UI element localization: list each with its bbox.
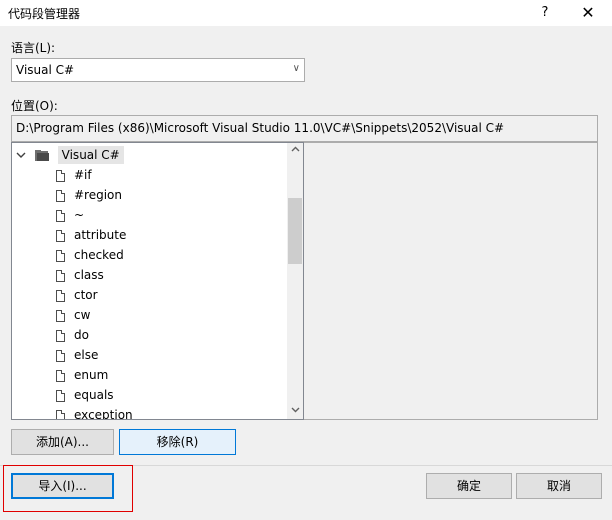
tree-item-label: equals: [74, 388, 114, 402]
tree-item-label: attribute: [74, 228, 127, 242]
snippet-tree[interactable]: Visual C# #if #region ~ attribute checke…: [11, 142, 304, 420]
location-label: 位置(O):: [11, 99, 58, 113]
tree-item[interactable]: enum: [56, 365, 108, 385]
scrollbar-thumb[interactable]: [288, 198, 302, 264]
import-button[interactable]: 导入(I)...: [11, 473, 114, 499]
document-icon: [56, 229, 65, 242]
folder-icon: [34, 149, 50, 162]
tree-scrollbar[interactable]: [287, 143, 303, 419]
ok-button[interactable]: 确定: [426, 473, 512, 499]
tree-item[interactable]: do: [56, 325, 89, 345]
language-value: Visual C#: [16, 63, 75, 77]
close-button[interactable]: ✕: [568, 2, 608, 24]
language-dropdown[interactable]: Visual C# ∨: [11, 58, 305, 82]
tree-item[interactable]: ctor: [56, 285, 98, 305]
remove-button[interactable]: 移除(R): [119, 429, 236, 455]
tree-item[interactable]: else: [56, 345, 98, 365]
title-bar: 代码段管理器 ? ✕: [0, 0, 612, 26]
tree-item[interactable]: equals: [56, 385, 114, 405]
tree-item-label: do: [74, 328, 89, 342]
chevron-down-icon[interactable]: ∨: [293, 63, 300, 74]
document-icon: [56, 209, 65, 222]
tree-item[interactable]: exception: [56, 405, 133, 420]
tree-item-label: else: [74, 348, 99, 362]
tree-item[interactable]: class: [56, 265, 104, 285]
tree-item-label: #if: [74, 168, 92, 182]
add-button[interactable]: 添加(A)...: [11, 429, 114, 455]
tree-item-label: exception: [74, 408, 133, 420]
document-icon: [56, 189, 65, 202]
language-label: 语言(L):: [11, 41, 56, 55]
document-icon: [56, 309, 65, 322]
location-path: D:\Program Files (x86)\Microsoft Visual …: [16, 121, 505, 135]
tree-item[interactable]: #region: [56, 185, 122, 205]
tree-item[interactable]: attribute: [56, 225, 126, 245]
document-icon: [56, 269, 65, 282]
tree-item[interactable]: cw: [56, 305, 90, 325]
document-icon: [56, 249, 65, 262]
document-icon: [56, 329, 65, 342]
tree-item-label: class: [74, 268, 104, 282]
dialog-title: 代码段管理器: [8, 7, 81, 21]
tree-root-label: Visual C#: [57, 146, 124, 164]
snippet-manager-dialog: 代码段管理器 ? ✕ 语言(L): Visual C# ∨ 位置(O): D:\…: [0, 0, 612, 520]
tree-item-label: ctor: [74, 288, 98, 302]
document-icon: [56, 369, 65, 382]
location-path-field[interactable]: D:\Program Files (x86)\Microsoft Visual …: [11, 115, 598, 142]
document-icon: [56, 289, 65, 302]
tree-item[interactable]: checked: [56, 245, 124, 265]
cancel-button[interactable]: 取消: [516, 473, 602, 499]
tree-item[interactable]: #if: [56, 165, 92, 185]
expand-chevron-icon[interactable]: [16, 145, 30, 165]
tree-root-node[interactable]: Visual C#: [16, 145, 124, 165]
help-button[interactable]: ?: [530, 2, 560, 24]
document-icon: [56, 389, 65, 402]
snippet-description-panel: [304, 142, 598, 420]
document-icon: [56, 349, 65, 362]
document-icon: [56, 169, 65, 182]
tree-item-label: #region: [74, 188, 123, 202]
tree-item-label: ~: [74, 208, 85, 222]
tree-item-label: enum: [74, 368, 109, 382]
document-icon: [56, 409, 65, 419]
scroll-down-icon[interactable]: [287, 405, 303, 417]
scroll-up-icon[interactable]: [287, 145, 303, 157]
tree-item-label: cw: [74, 308, 91, 322]
tree-item[interactable]: ~: [56, 205, 84, 225]
tree-item-label: checked: [74, 248, 124, 262]
